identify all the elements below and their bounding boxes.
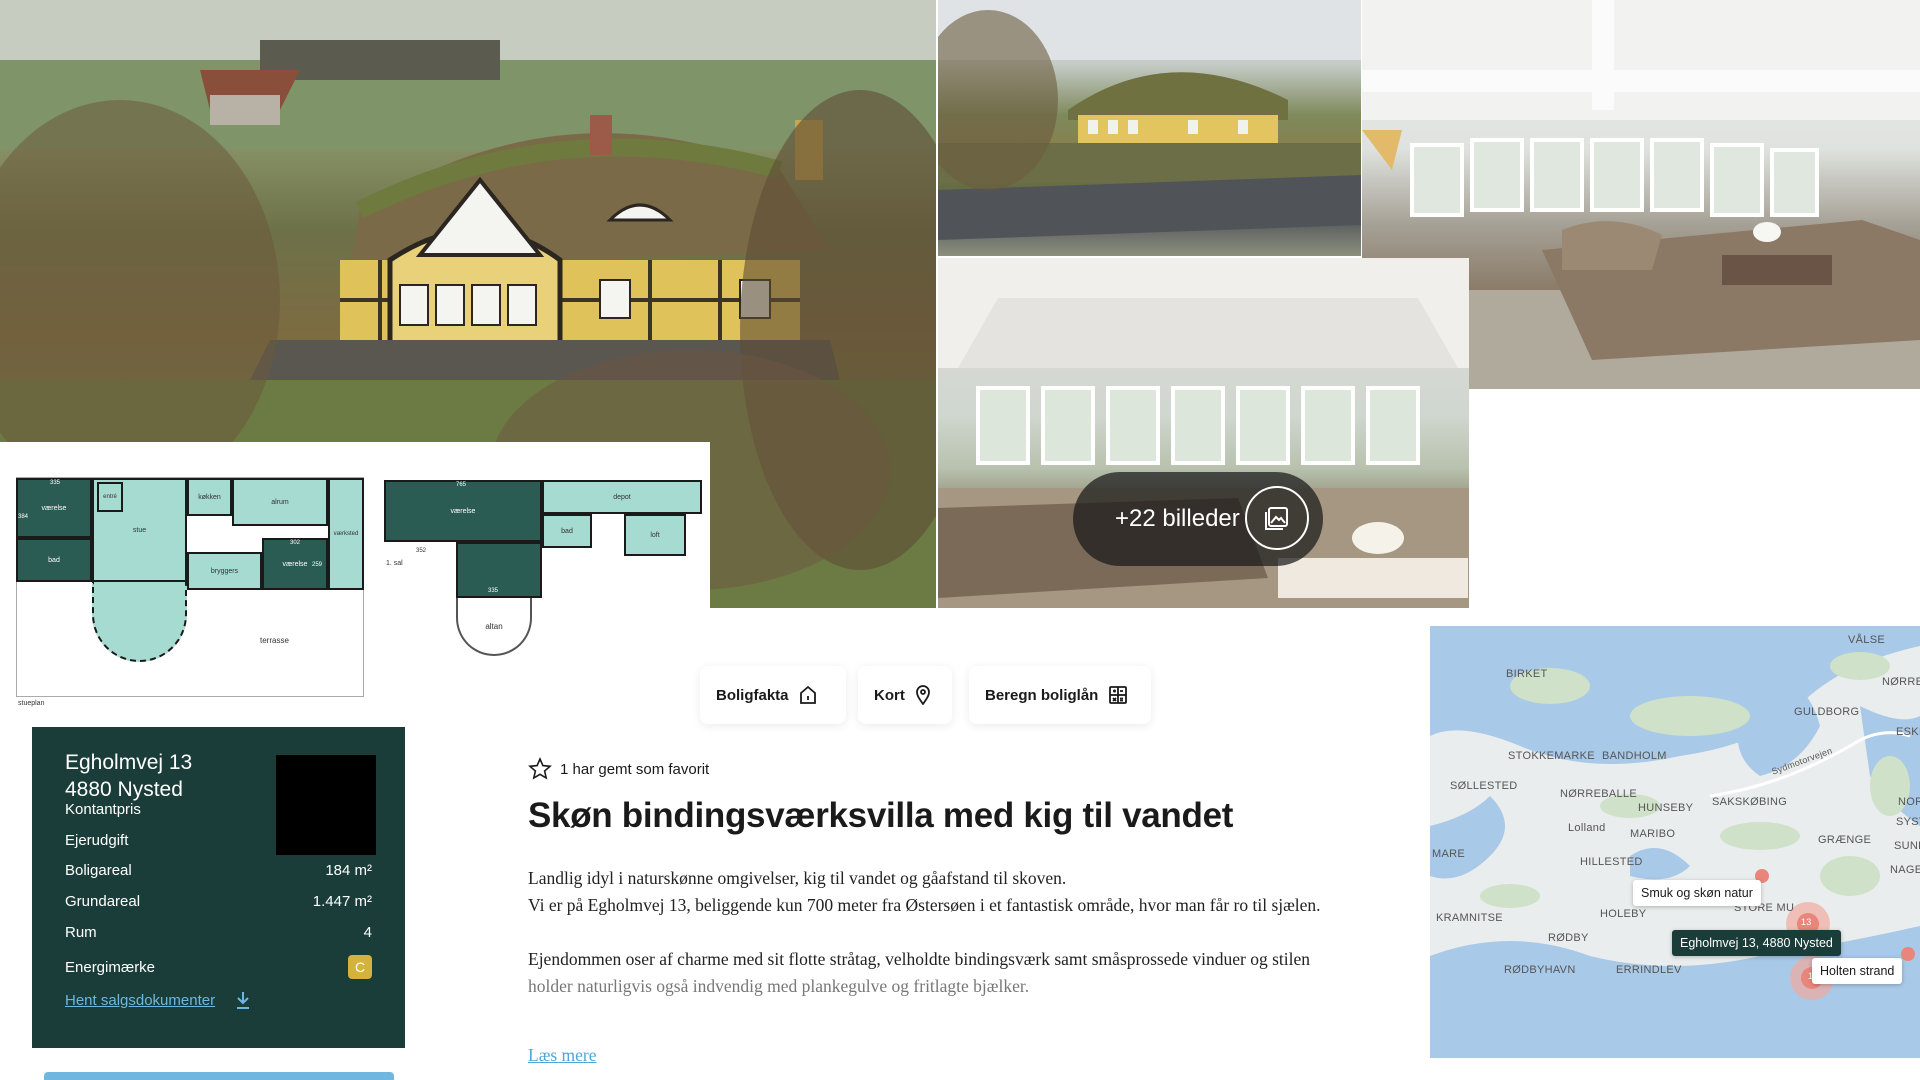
tab-beregn-label: Beregn boliglån bbox=[985, 686, 1099, 704]
more-photos-button[interactable]: +22 billeder bbox=[1073, 472, 1323, 566]
dim-335: 335 bbox=[50, 480, 61, 486]
more-photos-label: +22 billeder bbox=[1115, 505, 1240, 532]
map-label-maribo: MARIBO bbox=[1630, 828, 1676, 840]
map-tooltip-address[interactable]: Egholmvej 13, 4880 Nysted bbox=[1672, 930, 1841, 956]
map-label-rodbyhavn: RØDBYHAVN bbox=[1504, 964, 1576, 976]
download-documents-link[interactable]: Hent salgsdokumenter bbox=[65, 991, 251, 1009]
map-tooltip-nature[interactable]: Smuk og skøn natur bbox=[1633, 880, 1761, 906]
room-loft: loft bbox=[624, 514, 686, 556]
map-label-sakskobing: SAKSKØBING bbox=[1712, 796, 1788, 808]
map-label-stokkemarke: STOKKEMARKE bbox=[1508, 750, 1595, 762]
floor-plan[interactable]: værelse bad stue entré køkken alrum værk… bbox=[0, 442, 710, 715]
map-label-norre: NØRRE bbox=[1882, 676, 1920, 688]
dim-352: 352 bbox=[416, 548, 427, 554]
card-action-bar[interactable] bbox=[44, 1072, 394, 1080]
description-para-1-line-1: Landlig idyl i naturskønne omgivelser, k… bbox=[528, 868, 1067, 888]
map-cluster-count[interactable]: 13 bbox=[1801, 917, 1812, 927]
tab-boligfakta[interactable]: Boligfakta bbox=[700, 666, 846, 724]
map-label-nor: NOR bbox=[1898, 796, 1920, 808]
map-label-rodby: RØDBY bbox=[1548, 932, 1589, 944]
star-icon bbox=[528, 757, 552, 780]
house-icon bbox=[799, 685, 816, 704]
label-1-sal: 1. sal bbox=[386, 560, 403, 567]
download-icon bbox=[237, 992, 250, 1009]
map-label-guldborg: GULDBORG bbox=[1794, 706, 1860, 718]
fact-row-grundareal: Grundareal 1.447 m² bbox=[65, 893, 372, 910]
room-vaerelse-1: værelse bbox=[16, 478, 92, 538]
map-label-hillested: HILLESTED bbox=[1580, 856, 1643, 868]
listing-title: Skøn bindingsværksvilla med kig til vand… bbox=[528, 796, 1234, 835]
map-label-sundb: SUNDB bbox=[1894, 840, 1920, 852]
dim-335-b: 335 bbox=[488, 588, 499, 594]
map-label-holeby: HOLEBY bbox=[1600, 908, 1647, 920]
dim-384: 384 bbox=[18, 514, 29, 520]
gallery-icon bbox=[1245, 486, 1309, 550]
energy-label-badge: C bbox=[348, 955, 372, 979]
map-label-errindlev: ERRINDLEV bbox=[1616, 964, 1682, 976]
room-altan: altan bbox=[456, 598, 532, 656]
tab-beregn-boliglan[interactable]: Beregn boliglån bbox=[969, 666, 1151, 724]
description-para-1-line-2: Vi er på Egholmvej 13, beliggende kun 70… bbox=[528, 895, 1321, 915]
fact-row-kontantpris: Kontantpris bbox=[65, 801, 141, 818]
map-label-graenge: GRÆNGE bbox=[1818, 834, 1872, 846]
map-label-norreballe: NØRREBALLE bbox=[1560, 788, 1637, 800]
download-documents-label: Hent salgsdokumenter bbox=[65, 991, 216, 1009]
photo-house-from-road[interactable] bbox=[938, 0, 1361, 256]
location-map[interactable]: VÅLSE BIRKET NØRRE GULDBORG ESKI STOKKEM… bbox=[1430, 626, 1920, 1058]
read-more-link[interactable]: Læs mere bbox=[528, 1045, 597, 1066]
calculator-icon bbox=[1109, 686, 1128, 704]
room-bryggers: bryggers bbox=[187, 552, 262, 590]
room-vaerelse-3-ext bbox=[456, 542, 542, 598]
tab-kort[interactable]: Kort bbox=[858, 666, 952, 724]
map-pin-icon bbox=[915, 685, 930, 705]
map-label-syst: SYST bbox=[1896, 816, 1920, 828]
map-tooltip-beach[interactable]: Holten strand bbox=[1812, 958, 1903, 984]
dim-765: 765 bbox=[456, 482, 467, 488]
fact-row-rum: Rum 4 bbox=[65, 924, 372, 941]
room-vaerksted: værksted bbox=[328, 478, 364, 590]
fact-row-energimaerke: Energimærke C bbox=[65, 955, 372, 979]
map-label-sollested: SØLLESTED bbox=[1450, 780, 1518, 792]
room-vaerelse-3: værelse bbox=[384, 480, 542, 542]
map-label-bandholm: BANDHOLM bbox=[1602, 750, 1667, 762]
property-facts-card: Egholmvej 13 4880 Nysted Kontantpris Eje… bbox=[32, 727, 405, 1048]
fact-row-boligareal: Boligareal 184 m² bbox=[65, 862, 372, 879]
favorite-count-label: 1 har gemt som favorit bbox=[560, 760, 710, 778]
tab-boligfakta-label: Boligfakta bbox=[716, 686, 789, 704]
room-koekken: køkken bbox=[187, 478, 232, 516]
label-terrasse: terrasse bbox=[260, 636, 289, 645]
map-label-nagels: NAGELS bbox=[1890, 864, 1920, 876]
room-depot: depot bbox=[542, 480, 702, 514]
dim-302: 302 bbox=[290, 540, 301, 546]
map-label-hunseby: HUNSEBY bbox=[1638, 802, 1694, 814]
room-alrum: alrum bbox=[232, 478, 328, 526]
tab-kort-label: Kort bbox=[874, 686, 905, 704]
map-label-kramnitse: KRAMNITSE bbox=[1436, 912, 1503, 924]
description-para-2-line-1: Ejendommen oser af charme med sit flotte… bbox=[528, 949, 1310, 969]
map-label-birket: BIRKET bbox=[1506, 668, 1548, 680]
description-para-2-line-2: holder naturligvis også indvendig med pl… bbox=[528, 976, 1030, 996]
map-label-lolland: Lolland bbox=[1568, 822, 1606, 834]
dim-259: 259 bbox=[312, 562, 323, 568]
map-label-valse: VÅLSE bbox=[1848, 634, 1885, 646]
label-stueplan: stueplan bbox=[18, 700, 45, 707]
room-entre: entré bbox=[97, 482, 123, 512]
map-label-eski: ESKI bbox=[1896, 726, 1920, 738]
house-road-illustration bbox=[938, 0, 1361, 240]
fact-row-ejerudgift: Ejerudgift bbox=[65, 832, 129, 849]
favorite-count[interactable]: 1 har gemt som favorit bbox=[528, 757, 709, 781]
map-label-mare: MARE bbox=[1432, 848, 1465, 860]
room-bad-2: bad bbox=[542, 514, 592, 548]
room-bad: bad bbox=[16, 538, 92, 582]
